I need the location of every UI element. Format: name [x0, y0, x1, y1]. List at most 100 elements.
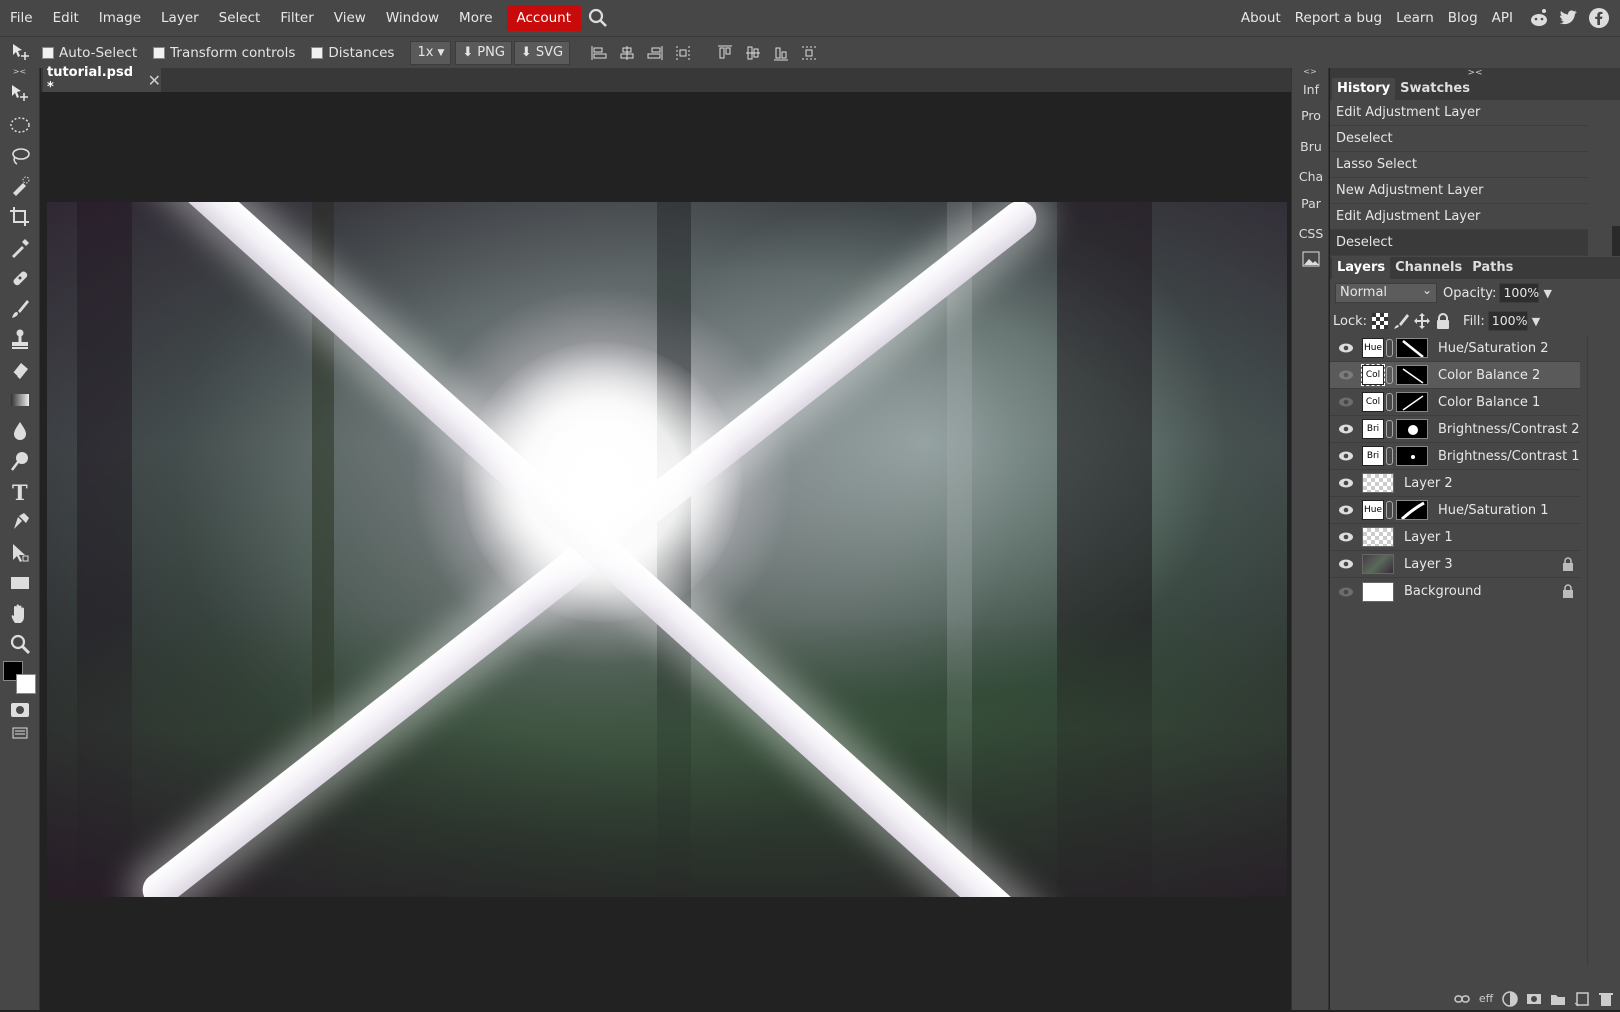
auto-select-checkbox[interactable]: Auto-Select — [42, 45, 137, 61]
link-layers-icon[interactable] — [1454, 991, 1470, 1007]
eye-icon[interactable] — [1338, 504, 1354, 516]
menu-about[interactable]: About — [1234, 5, 1288, 31]
move-tool-icon[interactable] — [8, 82, 32, 106]
path-select-icon[interactable] — [8, 541, 32, 565]
menu-layer[interactable]: Layer — [151, 5, 209, 31]
eyedropper-icon[interactable] — [8, 236, 32, 260]
menu-learn[interactable]: Learn — [1389, 5, 1441, 31]
transform-controls-checkbox[interactable]: Transform controls — [153, 45, 295, 61]
layer-mask-thumb[interactable] — [1396, 446, 1428, 466]
menu-report-bug[interactable]: Report a bug — [1288, 5, 1389, 31]
color-swatches[interactable] — [2, 660, 38, 696]
checkbox-box[interactable] — [311, 47, 323, 59]
history-item[interactable]: New Adjustment Layer — [1330, 178, 1588, 204]
lock-transparency-icon[interactable] — [1372, 313, 1388, 329]
image-canvas[interactable] — [47, 202, 1287, 897]
distances-checkbox[interactable]: Distances — [311, 45, 394, 61]
layer-mask-thumb[interactable] — [1396, 500, 1428, 520]
tab-channels[interactable]: Channels — [1390, 257, 1467, 279]
new-layer-icon[interactable] — [1574, 991, 1590, 1007]
tab-paths[interactable]: Paths — [1467, 257, 1518, 279]
screen-mode-icon[interactable] — [8, 722, 32, 746]
history-item[interactable]: Deselect — [1330, 126, 1588, 152]
delete-layer-icon[interactable] — [1598, 991, 1614, 1007]
layer-row[interactable]: Bri Brightness/Contrast 2 — [1330, 416, 1580, 443]
layer-row[interactable]: Hue Hue/Saturation 2 — [1330, 335, 1580, 362]
lock-position-icon[interactable] — [1414, 313, 1430, 329]
background-color-swatch[interactable] — [16, 674, 36, 694]
layer-row[interactable]: Col Color Balance 1 — [1330, 389, 1580, 416]
eye-icon[interactable] — [1338, 477, 1354, 489]
strip-paragraph[interactable]: Par — [1292, 196, 1330, 211]
export-png-button[interactable]: ⬇PNG — [455, 41, 512, 65]
dodge-icon[interactable] — [8, 449, 32, 473]
align-left-icon[interactable] — [590, 44, 608, 62]
type-tool-icon[interactable]: T — [8, 480, 32, 504]
layer-row[interactable]: Layer 2 — [1330, 470, 1580, 497]
layer-row[interactable]: Layer 3 — [1330, 551, 1580, 578]
search-icon[interactable] — [587, 7, 609, 29]
new-folder-icon[interactable] — [1550, 991, 1566, 1007]
eye-icon[interactable] — [1338, 450, 1354, 462]
menu-api[interactable]: API — [1485, 5, 1520, 31]
strip-properties[interactable]: Pro — [1292, 108, 1330, 123]
eye-icon[interactable] — [1338, 342, 1354, 354]
align-center-h-icon[interactable] — [618, 44, 636, 62]
layer-effects-button[interactable]: eff — [1478, 991, 1494, 1007]
tab-swatches[interactable]: Swatches — [1395, 78, 1475, 100]
menu-select[interactable]: Select — [209, 5, 271, 31]
strip-info[interactable]: Inf — [1292, 82, 1330, 97]
pen-icon[interactable] — [8, 510, 32, 534]
eye-icon[interactable] — [1338, 586, 1354, 598]
history-item[interactable]: Edit Adjustment Layer — [1330, 100, 1588, 126]
lock-all-icon[interactable] — [1435, 313, 1451, 329]
adjustment-layer-icon[interactable] — [1502, 991, 1518, 1007]
blend-mode-select[interactable]: Normal — [1335, 283, 1437, 303]
healing-brush-icon[interactable] — [8, 266, 32, 290]
strip-brush[interactable]: Bru — [1292, 139, 1330, 154]
move-tool-icon[interactable] — [10, 42, 32, 64]
chevron-down-icon[interactable]: ▼ — [1532, 315, 1540, 328]
align-bottom-icon[interactable] — [772, 44, 790, 62]
layer-row[interactable]: Background — [1330, 578, 1580, 605]
opacity-input[interactable]: 100% — [1499, 283, 1539, 303]
scale-dropdown[interactable]: 1x▼ — [410, 41, 451, 65]
gradient-icon[interactable] — [8, 388, 32, 412]
facebook-icon[interactable] — [1588, 7, 1610, 29]
menu-edit[interactable]: Edit — [43, 5, 89, 31]
layer-row[interactable]: Hue Hue/Saturation 1 — [1330, 497, 1580, 524]
crop-icon[interactable] — [8, 205, 32, 229]
add-mask-icon[interactable] — [1526, 991, 1542, 1007]
distribute-h-icon[interactable] — [674, 44, 692, 62]
layer-mask-thumb[interactable] — [1396, 419, 1428, 439]
eye-icon[interactable] — [1338, 396, 1354, 408]
collapse-toggle[interactable]: <> — [1292, 68, 1328, 76]
layers-scrollbar[interactable] — [1587, 335, 1588, 965]
menu-filter[interactable]: Filter — [270, 5, 323, 31]
layer-mask-thumb[interactable] — [1396, 338, 1428, 358]
align-right-icon[interactable] — [646, 44, 664, 62]
fill-input[interactable]: 100% — [1488, 311, 1528, 331]
eye-icon[interactable] — [1338, 531, 1354, 543]
checkbox-box[interactable] — [42, 47, 54, 59]
eye-icon[interactable] — [1338, 423, 1354, 435]
eye-icon[interactable] — [1338, 558, 1354, 570]
hand-icon[interactable] — [8, 602, 32, 626]
image-icon[interactable] — [1302, 251, 1320, 267]
layer-mask-thumb[interactable] — [1396, 392, 1428, 412]
layer-row[interactable]: Bri Brightness/Contrast 1 — [1330, 443, 1580, 470]
tab-layers[interactable]: Layers — [1332, 257, 1390, 279]
distribute-v-icon[interactable] — [800, 44, 818, 62]
quick-select-icon[interactable] — [8, 174, 32, 198]
layer-row[interactable]: Col Color Balance 2 — [1330, 362, 1580, 389]
eraser-icon[interactable] — [8, 358, 32, 382]
reddit-icon[interactable] — [1528, 7, 1550, 29]
clone-stamp-icon[interactable] — [8, 327, 32, 351]
lasso-icon[interactable] — [8, 144, 32, 168]
history-scrollbar[interactable] — [1612, 226, 1620, 256]
layer-mask-thumb[interactable] — [1396, 365, 1428, 385]
history-item[interactable]: Lasso Select — [1330, 152, 1588, 178]
twitter-icon[interactable] — [1558, 7, 1580, 29]
menu-view[interactable]: View — [324, 5, 376, 31]
eye-icon[interactable] — [1338, 369, 1354, 381]
